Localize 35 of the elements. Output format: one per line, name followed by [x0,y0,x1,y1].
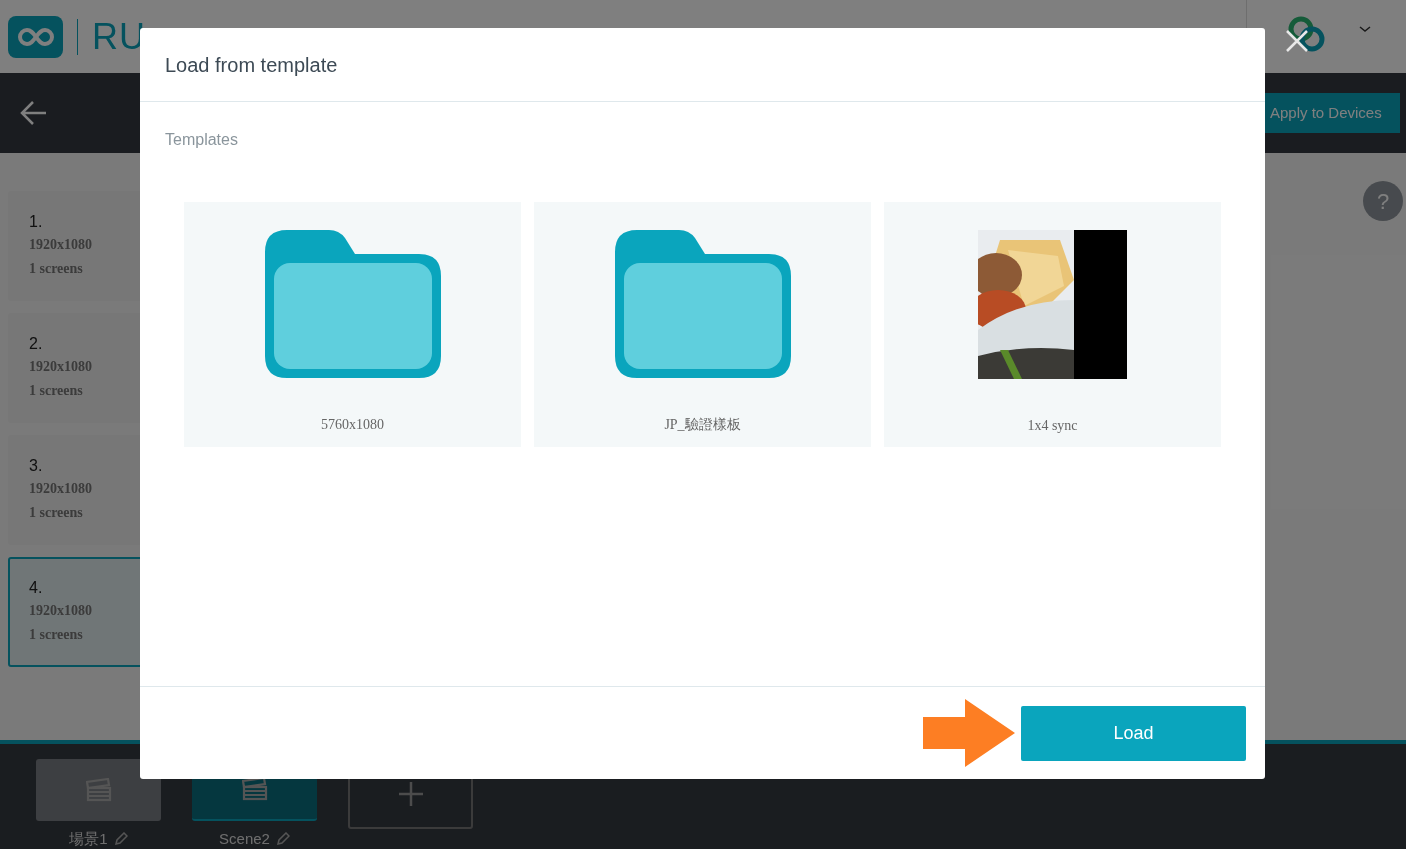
layout-resolution: 1920x1080 [29,358,92,376]
help-button[interactable]: ? [1363,181,1403,221]
logo-icon [8,15,63,58]
load-button[interactable]: Load [1021,705,1246,761]
layout-number: 1. [29,212,43,232]
close-icon[interactable] [1285,29,1309,53]
screen-count: 1 screens [29,260,83,278]
folder-icon [264,230,441,378]
modal-title: Load from template [165,52,338,78]
screen-count: 1 screens [29,382,83,400]
clapperboard-icon [241,777,268,801]
layout-resolution: 1920x1080 [29,602,92,620]
screen-count: 1 screens [29,626,83,644]
template-label: 5760x1080 [321,416,384,434]
section-label: Templates [165,130,238,150]
layout-number: 4. [29,578,43,598]
arrow-icon [923,699,1015,767]
scene-label: 場景1 [69,829,108,849]
layout-number: 2. [29,334,43,354]
plus-icon [397,781,424,807]
template-card[interactable]: JP_驗證樣板 [534,202,871,447]
template-card[interactable]: 1x4 sync [884,202,1221,447]
layout-number: 3. [29,456,43,476]
layout-resolution: 1920x1080 [29,236,92,254]
chevron-down-icon[interactable] [1359,24,1371,34]
scene-tile[interactable] [36,759,161,821]
clapperboard-icon [85,778,112,802]
folder-icon [614,230,791,378]
layout-resolution: 1920x1080 [29,480,92,498]
template-label: 1x4 sync [1027,417,1078,435]
template-card[interactable]: 5760x1080 [184,202,521,447]
scene-label: Scene2 [219,829,270,849]
template-label: JP_驗證樣板 [664,416,741,434]
screen-count: 1 screens [29,504,83,522]
back-arrow-icon[interactable] [20,99,48,127]
